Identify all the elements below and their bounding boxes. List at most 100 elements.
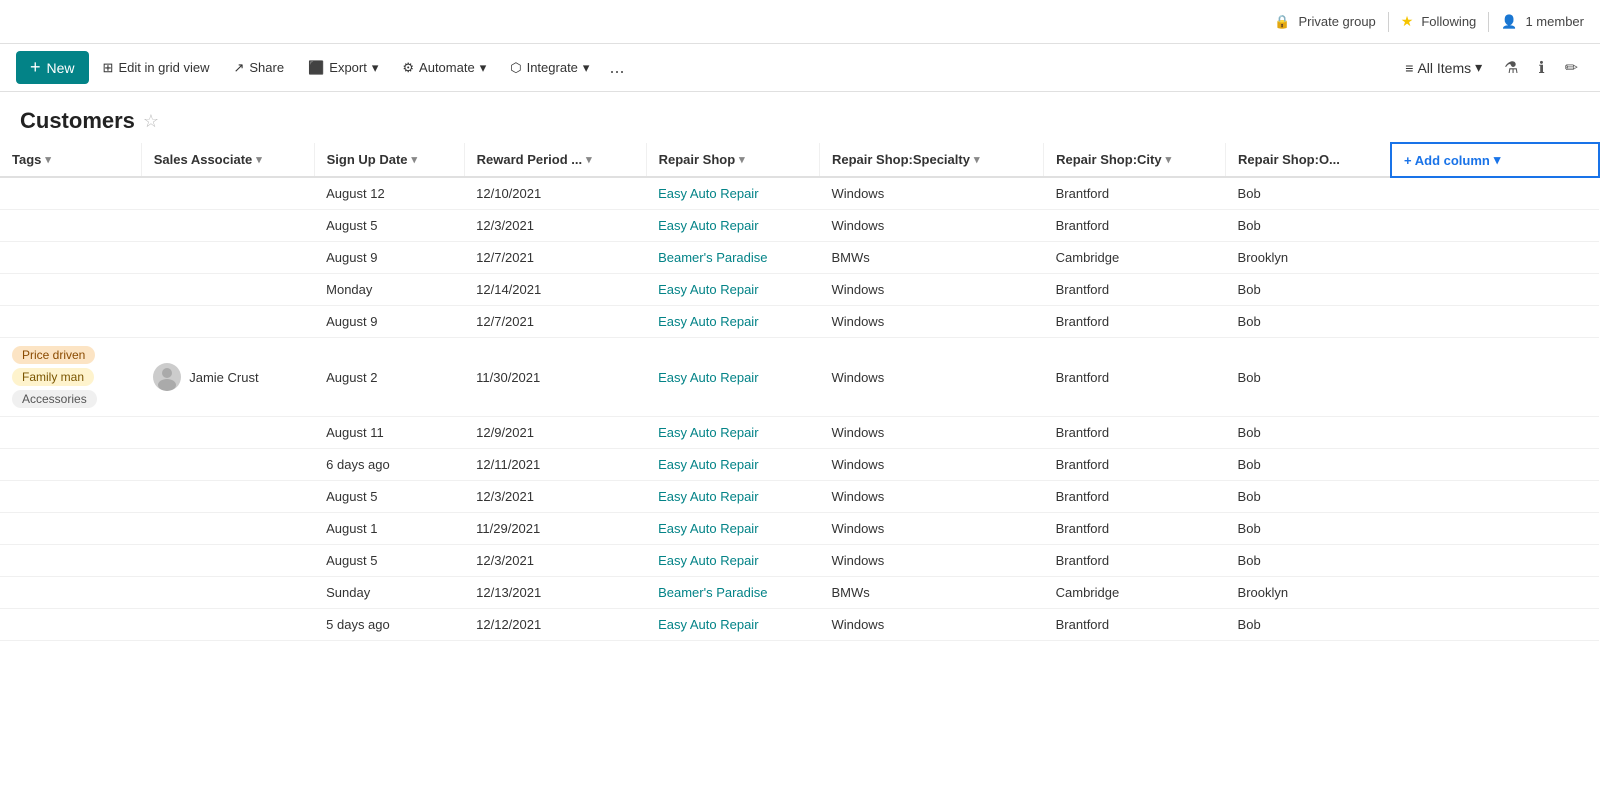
cell-add-column (1391, 210, 1599, 242)
cell-repair-shop[interactable]: Easy Auto Repair (646, 449, 819, 481)
cell-specialty: Windows (819, 609, 1043, 641)
cell-city: Brantford (1044, 210, 1226, 242)
topbar-divider (1388, 12, 1389, 32)
repair-shop-link[interactable]: Beamer's Paradise (658, 585, 767, 600)
integrate-chevron: ▾ (583, 60, 590, 76)
cell-tags (0, 242, 141, 274)
col-repair-shop-city[interactable]: Repair Shop:City ▾ (1044, 143, 1226, 177)
col-repair-shop-city-chevron: ▾ (1166, 153, 1172, 166)
repair-shop-link[interactable]: Easy Auto Repair (658, 617, 758, 632)
cell-signup-date: 6 days ago (314, 449, 464, 481)
cell-repair-shop[interactable]: Easy Auto Repair (646, 481, 819, 513)
col-sign-up-date[interactable]: Sign Up Date ▾ (314, 143, 464, 177)
cell-associate (141, 609, 314, 641)
cell-tags: Price drivenFamily manAccessories (0, 338, 141, 417)
cell-city: Brantford (1044, 513, 1226, 545)
associate-name: Jamie Crust (189, 370, 258, 385)
cell-specialty: Windows (819, 338, 1043, 417)
page-title-bar: Customers ☆ (0, 92, 1600, 142)
cell-associate (141, 177, 314, 210)
info-button[interactable]: ℹ (1533, 54, 1551, 82)
repair-shop-link[interactable]: Easy Auto Repair (658, 521, 758, 536)
repair-shop-link[interactable]: Easy Auto Repair (658, 314, 758, 329)
edit-grid-button[interactable]: ⊞ Edit in grid view (93, 55, 220, 81)
cell-reward-period: 12/11/2021 (464, 449, 646, 481)
col-tags[interactable]: Tags ▾ (0, 143, 141, 177)
cell-repair-shop[interactable]: Beamer's Paradise (646, 577, 819, 609)
cell-add-column (1391, 274, 1599, 306)
cell-signup-date: August 1 (314, 513, 464, 545)
col-reward-period[interactable]: Reward Period ... ▾ (464, 143, 646, 177)
cell-other: Bob (1226, 545, 1391, 577)
repair-shop-link[interactable]: Beamer's Paradise (658, 250, 767, 265)
cell-reward-period: 12/7/2021 (464, 242, 646, 274)
repair-shop-link[interactable]: Easy Auto Repair (658, 553, 758, 568)
cell-associate (141, 210, 314, 242)
following-section[interactable]: ★ Following (1401, 13, 1476, 30)
add-column-button[interactable]: + Add column ▾ (1391, 143, 1599, 177)
cell-repair-shop[interactable]: Easy Auto Repair (646, 177, 819, 210)
cell-specialty: Windows (819, 210, 1043, 242)
cell-signup-date: August 5 (314, 481, 464, 513)
cell-associate (141, 417, 314, 449)
table-row: Price drivenFamily manAccessories Jamie … (0, 338, 1599, 417)
automate-button[interactable]: ⚙ Automate ▾ (392, 55, 496, 81)
cell-repair-shop[interactable]: Easy Auto Repair (646, 338, 819, 417)
cell-repair-shop[interactable]: Easy Auto Repair (646, 210, 819, 242)
cell-tags (0, 577, 141, 609)
new-label: New (47, 60, 75, 76)
cell-add-column (1391, 609, 1599, 641)
cell-city: Cambridge (1044, 242, 1226, 274)
more-options-button[interactable]: ... (603, 55, 630, 80)
person-icon: 👤 (1501, 14, 1517, 30)
cell-reward-period: 12/3/2021 (464, 481, 646, 513)
toolbar-right: ≡ All Items ▾ ⚗ ℹ ✏ (1397, 54, 1584, 82)
lock-icon: 🔒 (1274, 14, 1290, 30)
cell-city: Brantford (1044, 338, 1226, 417)
cell-add-column (1391, 449, 1599, 481)
cell-specialty: Windows (819, 274, 1043, 306)
col-repair-shop-specialty[interactable]: Repair Shop:Specialty ▾ (819, 143, 1043, 177)
col-repair-shop[interactable]: Repair Shop ▾ (646, 143, 819, 177)
col-sales-associate[interactable]: Sales Associate ▾ (141, 143, 314, 177)
edit-button[interactable]: ✏ (1559, 54, 1584, 82)
cell-specialty: Windows (819, 177, 1043, 210)
repair-shop-link[interactable]: Easy Auto Repair (658, 218, 758, 233)
top-bar: 🔒 Private group ★ Following 👤 1 member (0, 0, 1600, 44)
favorite-star-icon[interactable]: ☆ (143, 111, 159, 132)
cell-repair-shop[interactable]: Easy Auto Repair (646, 513, 819, 545)
share-button[interactable]: ↗ Share (223, 55, 294, 81)
repair-shop-link[interactable]: Easy Auto Repair (658, 186, 758, 201)
cell-reward-period: 12/3/2021 (464, 210, 646, 242)
cell-add-column (1391, 417, 1599, 449)
integrate-button[interactable]: ⬡ Integrate ▾ (500, 55, 599, 81)
new-button[interactable]: + New (16, 51, 89, 84)
repair-shop-link[interactable]: Easy Auto Repair (658, 282, 758, 297)
repair-shop-link[interactable]: Easy Auto Repair (658, 489, 758, 504)
cell-tags (0, 210, 141, 242)
cell-signup-date: August 9 (314, 306, 464, 338)
repair-shop-link[interactable]: Easy Auto Repair (658, 370, 758, 385)
cell-repair-shop[interactable]: Easy Auto Repair (646, 545, 819, 577)
cell-other: Bob (1226, 449, 1391, 481)
col-repair-shop-specialty-label: Repair Shop:Specialty (832, 152, 970, 167)
cell-repair-shop[interactable]: Easy Auto Repair (646, 306, 819, 338)
tag-badge: Price driven (12, 346, 95, 364)
filter-button[interactable]: ⚗ (1498, 54, 1524, 82)
cell-repair-shop[interactable]: Easy Auto Repair (646, 417, 819, 449)
col-repair-shop-city-label: Repair Shop:City (1056, 152, 1161, 167)
table-row: August 512/3/2021Easy Auto RepairWindows… (0, 481, 1599, 513)
repair-shop-link[interactable]: Easy Auto Repair (658, 425, 758, 440)
cell-add-column (1391, 545, 1599, 577)
cell-associate (141, 545, 314, 577)
col-repair-shop-chevron: ▾ (739, 153, 745, 166)
cell-repair-shop[interactable]: Beamer's Paradise (646, 242, 819, 274)
export-button[interactable]: ⬛ Export ▾ (298, 55, 388, 81)
cell-repair-shop[interactable]: Easy Auto Repair (646, 274, 819, 306)
col-repair-shop-other[interactable]: Repair Shop:O... (1226, 143, 1391, 177)
cell-reward-period: 12/12/2021 (464, 609, 646, 641)
all-items-button[interactable]: ≡ All Items ▾ (1397, 55, 1490, 80)
repair-shop-link[interactable]: Easy Auto Repair (658, 457, 758, 472)
cell-reward-period: 11/29/2021 (464, 513, 646, 545)
cell-repair-shop[interactable]: Easy Auto Repair (646, 609, 819, 641)
